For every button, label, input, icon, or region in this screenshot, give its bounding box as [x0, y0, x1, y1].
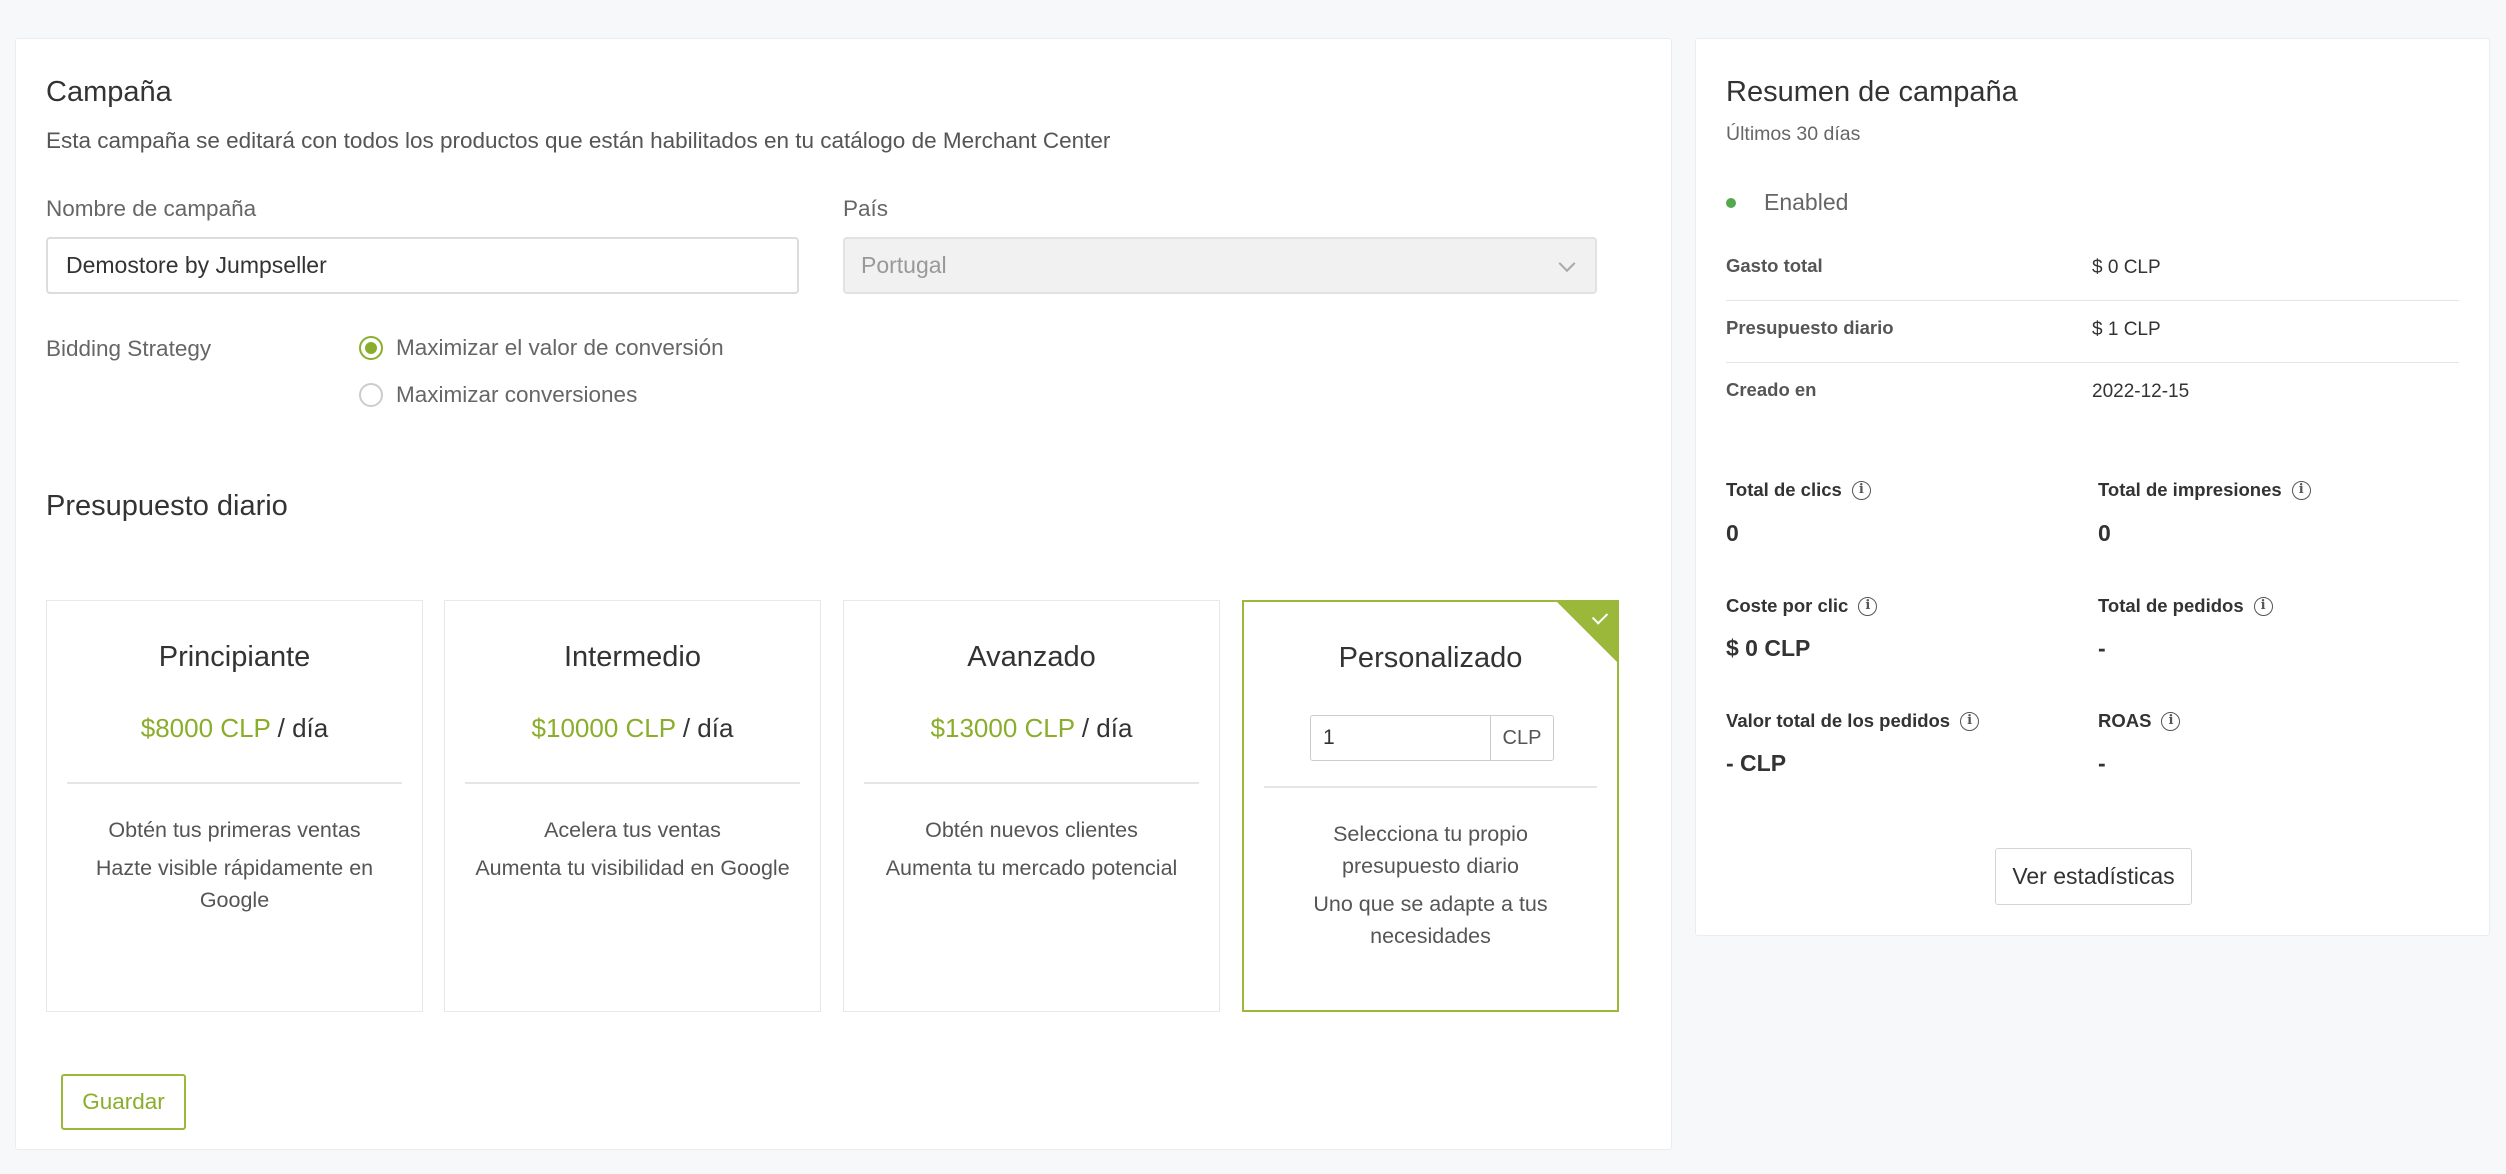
campaign-description: Esta campaña se editará con todos los pr… [46, 128, 1111, 153]
metric-cpc-value: $ 0 CLP [1726, 635, 1811, 661]
campaign-name-label: Nombre de campaña [46, 196, 257, 221]
budget-card-price: $13000 CLP / día [844, 713, 1219, 744]
summary-value: 2022-12-15 [2092, 381, 2190, 402]
currency-addon: CLP [1490, 715, 1554, 761]
budget-card-benefits: Obtén nuevos clientes Aumenta tu mercado… [874, 814, 1189, 890]
budget-card-advanced[interactable]: Avanzado $13000 CLP / día Obtén nuevos c… [843, 600, 1220, 1012]
summary-row-created: Creado en 2022-12-15 [1726, 363, 2459, 425]
campaign-summary-panel: Resumen de campaña Últimos 30 días Enabl… [1695, 38, 2490, 936]
per-day-label: / día [277, 713, 329, 743]
metric-total-orders-label: Total de pedidos i [2098, 595, 2273, 617]
budget-card-amount: $13000 CLP [930, 713, 1075, 743]
status-badge: Enabled [1726, 189, 1848, 216]
card-divider [465, 782, 800, 784]
campaign-title: Campaña [46, 76, 172, 108]
benefit-line: Uno que se adapte a tus necesidades [1313, 892, 1548, 948]
budget-card-price: $10000 CLP / día [445, 713, 820, 744]
metric-label-text: ROAS [2098, 710, 2152, 731]
custom-budget-input[interactable]: 1 [1310, 715, 1490, 761]
metric-label-text: Total de clics [1726, 479, 1842, 500]
benefit-line: Selecciona tu propio presupuesto diario [1333, 822, 1528, 878]
metric-roas-value: - [2098, 750, 2106, 776]
budget-card-amount: $10000 CLP [531, 713, 676, 743]
budget-card-benefits: Obtén tus primeras ventas Hazte visible … [77, 814, 392, 922]
metric-total-clicks-value: 0 [1726, 520, 1739, 546]
campaign-name-value: Demostore by Jumpseller [66, 252, 327, 278]
metric-total-clicks-label: Total de clics i [1726, 479, 1871, 501]
metric-roas-label: ROAS i [2098, 710, 2181, 732]
budget-card-beginner[interactable]: Principiante $8000 CLP / día Obtén tus p… [46, 600, 423, 1012]
budget-card-name: Personalizado [1338, 642, 1523, 674]
metric-total-orders-value: - [2098, 635, 2106, 661]
benefit-line: Aumenta tu visibilidad en Google [475, 856, 790, 880]
budget-card-custom[interactable]: Personalizado 1 CLP Selecciona tu propio… [1242, 600, 1619, 1012]
status-dot-icon [1726, 197, 1736, 208]
summary-key: Presupuesto diario [1726, 317, 1894, 338]
benefit-line: Acelera tus ventas [544, 818, 721, 842]
metric-order-value-value: - CLP [1726, 750, 1787, 776]
summary-period: Últimos 30 días [1726, 123, 1861, 145]
info-icon[interactable]: i [2291, 480, 2311, 500]
info-icon[interactable]: i [1851, 480, 1871, 500]
campaign-panel: Campaña Esta campaña se editará con todo… [15, 38, 1672, 1150]
budget-card-intermediate[interactable]: Intermedio $10000 CLP / día Acelera tus … [444, 600, 821, 1012]
card-divider [67, 782, 402, 784]
budget-card-benefits: Acelera tus ventas Aumenta tu visibilida… [475, 814, 790, 890]
budget-title: Presupuesto diario [46, 490, 288, 522]
save-button[interactable]: Guardar [61, 1074, 186, 1130]
budget-card-benefits: Selecciona tu propio presupuesto diario … [1274, 818, 1587, 958]
metric-cpc-label: Coste por clic i [1726, 595, 1878, 617]
metric-label-text: Valor total de los pedidos [1726, 710, 1951, 731]
metric-label-text: Total de impresiones [2098, 479, 2282, 500]
chevron-down-icon [1558, 254, 1576, 272]
summary-row-daily-budget: Presupuesto diario $ 1 CLP [1726, 301, 2459, 363]
summary-title: Resumen de campaña [1726, 76, 2018, 108]
benefit-line: Obtén tus primeras ventas [108, 818, 361, 842]
status-text: Enabled [1764, 189, 1849, 215]
per-day-label: / día [1081, 713, 1133, 743]
bidding-strategy-label: Bidding Strategy [46, 336, 212, 361]
campaign-name-input[interactable]: Demostore by Jumpseller [46, 237, 799, 294]
metric-total-impressions-value: 0 [2098, 520, 2111, 546]
metric-label-text: Total de pedidos [2098, 595, 2244, 616]
benefit-line: Obtén nuevos clientes [925, 818, 1138, 842]
bidding-option-max-conversions[interactable]: Maximizar conversiones [359, 382, 637, 408]
summary-value: $ 0 CLP [2092, 257, 2161, 278]
budget-card-name: Avanzado [967, 641, 1096, 673]
per-day-label: / día [682, 713, 734, 743]
bidding-option-label: Maximizar conversiones [396, 382, 638, 407]
summary-row-total-spend: Gasto total $ 0 CLP [1726, 239, 2459, 301]
country-value: Portugal [861, 252, 947, 278]
budget-card-price: $8000 CLP / día [47, 713, 422, 744]
country-select[interactable]: Portugal [843, 237, 1597, 294]
benefit-line: Aumenta tu mercado potencial [885, 856, 1178, 880]
radio-unselected-icon[interactable] [359, 383, 383, 407]
info-icon[interactable]: i [1858, 596, 1878, 616]
bidding-option-label: Maximizar el valor de conversión [396, 335, 724, 360]
summary-key: Gasto total [1726, 255, 1823, 276]
country-label: País [843, 196, 889, 221]
info-icon[interactable]: i [2161, 711, 2181, 731]
card-divider [864, 782, 1199, 784]
summary-key: Creado en [1726, 379, 1817, 400]
card-divider [1264, 786, 1597, 788]
budget-card-amount: $8000 CLP [140, 713, 271, 743]
budget-card-name: Principiante [158, 641, 311, 673]
summary-value: $ 1 CLP [2092, 319, 2161, 340]
benefit-line: Hazte visible rápidamente en Google [95, 856, 374, 912]
metric-order-value-label: Valor total de los pedidos i [1726, 710, 1980, 732]
view-statistics-button[interactable]: Ver estadísticas [1995, 848, 2192, 905]
bidding-option-max-conversion-value[interactable]: Maximizar el valor de conversión [359, 335, 724, 361]
info-icon[interactable]: i [1960, 711, 1980, 731]
custom-budget-input-group: 1 CLP [1310, 715, 1554, 761]
radio-selected-icon[interactable] [359, 336, 383, 360]
metric-label-text: Coste por clic [1726, 595, 1849, 616]
budget-card-name: Intermedio [563, 641, 701, 673]
info-icon[interactable]: i [2253, 596, 2273, 616]
metric-total-impressions-label: Total de impresiones i [2098, 479, 2311, 501]
